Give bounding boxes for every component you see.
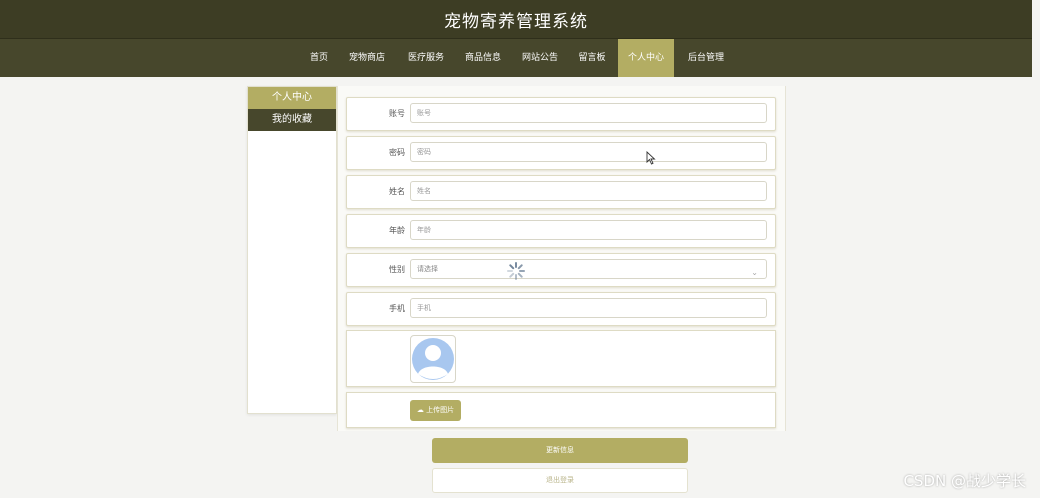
gender-label: 性别	[389, 265, 405, 274]
form-row-age: 年龄	[346, 214, 776, 248]
account-label: 账号	[389, 109, 405, 118]
password-label: 密码	[389, 148, 405, 157]
age-label: 年龄	[389, 226, 405, 235]
nav-item-products[interactable]: 商品信息	[460, 39, 506, 77]
update-info-button[interactable]: 更新信息	[432, 438, 688, 463]
avatar-preview[interactable]	[410, 335, 456, 383]
phone-label: 手机	[389, 304, 405, 313]
nav-item-admin[interactable]: 后台管理	[683, 39, 729, 77]
nav-item-personal-center[interactable]: 个人中心	[618, 39, 674, 77]
chevron-down-icon: ⌄	[751, 268, 758, 277]
app-title: 宠物寄养管理系统	[444, 11, 588, 32]
main-nav: 首页 宠物商店 医疗服务 商品信息 网站公告 留言板 个人中心 后台管理	[0, 38, 1032, 77]
name-input[interactable]	[410, 181, 767, 201]
nav-item-home[interactable]: 首页	[305, 39, 333, 77]
form-row-gender: 性别 请选择 ⌄	[346, 253, 776, 287]
form-row-upload: ☁ 上传图片	[346, 392, 776, 428]
form-row-name: 姓名	[346, 175, 776, 209]
mouse-pointer-icon	[646, 151, 656, 165]
watermark: CSDN @战少学长	[903, 472, 1026, 490]
gender-select-value: 请选择	[417, 265, 438, 273]
nav-item-message-board[interactable]: 留言板	[573, 39, 611, 77]
nav-item-medical[interactable]: 医疗服务	[403, 39, 449, 77]
upload-button-label: 上传图片	[426, 406, 455, 414]
gender-select[interactable]: 请选择 ⌄	[410, 259, 767, 279]
form-row-account: 账号	[346, 97, 776, 131]
nav-item-pet-shop[interactable]: 宠物商店	[344, 39, 390, 77]
form-row-phone: 手机	[346, 292, 776, 326]
password-input[interactable]	[410, 142, 767, 162]
title-bar: 宠物寄养管理系统	[0, 0, 1032, 38]
sidebar-item-favorites[interactable]: 我的收藏	[248, 109, 336, 131]
default-user-avatar-icon	[412, 338, 454, 380]
age-input[interactable]	[410, 220, 767, 240]
form-row-password: 密码	[346, 136, 776, 170]
phone-input[interactable]	[410, 298, 767, 318]
upload-cloud-icon: ☁	[416, 406, 424, 414]
upload-image-button[interactable]: ☁ 上传图片	[410, 400, 461, 421]
loading-spinner-icon	[507, 262, 525, 280]
nav-item-announcements[interactable]: 网站公告	[517, 39, 563, 77]
logout-button[interactable]: 退出登录	[432, 468, 688, 493]
form-row-avatar	[346, 330, 776, 387]
sidebar: 个人中心 我的收藏	[247, 86, 337, 414]
account-input[interactable]	[410, 103, 767, 123]
sidebar-item-personal-center[interactable]: 个人中心	[248, 87, 336, 109]
name-label: 姓名	[389, 187, 405, 196]
